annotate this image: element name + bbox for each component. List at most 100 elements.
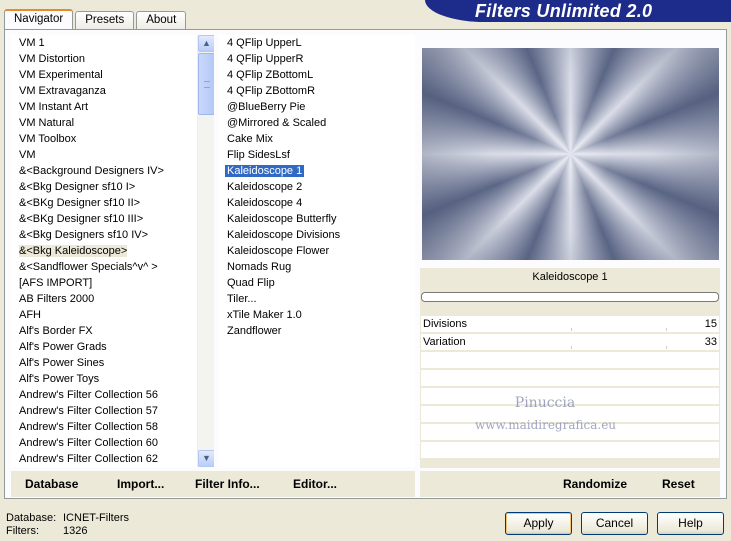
filter-label: Cake Mix xyxy=(227,133,273,145)
filter-item[interactable]: Kaleidoscope Divisions xyxy=(219,227,415,243)
param-row-empty[interactable] xyxy=(421,352,719,369)
category-item[interactable]: Alf's Power Toys xyxy=(11,371,214,387)
category-label: Andrew's Filter Collection 57 xyxy=(19,405,159,417)
category-label: [AFS IMPORT] xyxy=(19,277,93,289)
category-item[interactable]: VM Distortion xyxy=(11,51,214,67)
filter-label: 4 QFlip ZBottomR xyxy=(227,85,316,97)
cancel-button[interactable]: Cancel xyxy=(581,512,648,535)
category-item[interactable]: AFH xyxy=(11,307,214,323)
category-item[interactable]: &<Bkg Designer sf10 I> xyxy=(11,179,214,195)
app-title-banner: Filters Unlimited 2.0 xyxy=(425,0,731,22)
category-item[interactable]: &<Sandflower Specials^v^ > xyxy=(11,259,214,275)
apply-button[interactable]: Apply xyxy=(505,512,572,535)
param-row-empty[interactable] xyxy=(421,388,719,405)
category-item[interactable]: VM Natural xyxy=(11,115,214,131)
category-item[interactable]: &<Bkg Kaleidoscope> xyxy=(11,243,214,259)
filter-item[interactable]: Tiler... xyxy=(219,291,415,307)
category-item[interactable]: Alf's Power Grads xyxy=(11,339,214,355)
filter-label: 4 QFlip UpperR xyxy=(227,53,304,65)
category-item[interactable]: VM Toolbox xyxy=(11,131,214,147)
database-button[interactable]: Database xyxy=(25,477,78,491)
filter-item[interactable]: Zandflower xyxy=(219,323,415,339)
category-item[interactable]: VM xyxy=(11,147,214,163)
param-row-divisions[interactable]: Divisions 15 xyxy=(421,316,719,333)
param-row-empty[interactable] xyxy=(421,370,719,387)
help-button[interactable]: Help xyxy=(657,512,724,535)
filter-item[interactable]: Kaleidoscope Butterfly xyxy=(219,211,415,227)
grip-icon xyxy=(204,81,210,88)
filter-item[interactable]: Kaleidoscope 2 xyxy=(219,179,415,195)
import-button[interactable]: Import... xyxy=(117,477,164,491)
filter-item[interactable]: 4 QFlip UpperL xyxy=(219,35,415,51)
category-label: Andrew's Filter Collection 56 xyxy=(19,389,159,401)
filter-item[interactable]: Kaleidoscope 4 xyxy=(219,195,415,211)
filter-item[interactable]: 4 QFlip ZBottomL xyxy=(219,67,415,83)
category-item[interactable]: &<BKg Designer sf10 III> xyxy=(11,211,214,227)
scrollbar-thumb[interactable] xyxy=(198,53,214,115)
category-label: VM xyxy=(19,149,36,161)
category-label: Alf's Border FX xyxy=(19,325,93,337)
filter-item[interactable]: Kaleidoscope 1 xyxy=(219,163,415,179)
filter-item[interactable]: xTile Maker 1.0 xyxy=(219,307,415,323)
category-item[interactable]: VM Instant Art xyxy=(11,99,214,115)
left-button-bar: Database Import... Filter Info... Editor… xyxy=(11,471,415,497)
scroll-down-button[interactable]: ▼ xyxy=(198,450,214,467)
category-scrollbar[interactable]: ▲ ▼ xyxy=(197,35,214,467)
editor-button[interactable]: Editor... xyxy=(293,477,337,491)
filter-item[interactable]: 4 QFlip ZBottomR xyxy=(219,83,415,99)
category-label: Andrew's Filter Collection 60 xyxy=(19,437,159,449)
filter-item[interactable]: Nomads Rug xyxy=(219,259,415,275)
parameter-panel: Kaleidoscope 1 Divisions 15 Variation 33 xyxy=(420,268,720,468)
param-value: 15 xyxy=(704,318,717,330)
filter-item[interactable]: 4 QFlip UpperR xyxy=(219,51,415,67)
filter-item[interactable]: Kaleidoscope Flower xyxy=(219,243,415,259)
filter-item[interactable]: Flip SidesLsf xyxy=(219,147,415,163)
category-item[interactable]: VM 1 xyxy=(11,35,214,51)
category-item[interactable]: &<Background Designers IV> xyxy=(11,163,214,179)
category-item[interactable]: VM Extravaganza xyxy=(11,83,214,99)
category-item[interactable]: Andrew's Filter Collection 56 xyxy=(11,387,214,403)
param-row-empty[interactable] xyxy=(421,406,719,423)
category-item[interactable]: AB Filters 2000 xyxy=(11,291,214,307)
param-row-variation[interactable]: Variation 33 xyxy=(421,334,719,351)
tab-presets[interactable]: Presets xyxy=(75,11,135,30)
category-item[interactable]: Andrew's Filter Collection 62 xyxy=(11,451,214,467)
category-label: &<Bkg Designers sf10 IV> xyxy=(19,229,149,241)
filter-label: Flip SidesLsf xyxy=(227,149,290,161)
filter-info-button[interactable]: Filter Info... xyxy=(195,477,260,491)
param-row-empty[interactable] xyxy=(421,442,719,459)
category-item[interactable]: Alf's Border FX xyxy=(11,323,214,339)
category-item[interactable]: Andrew's Filter Collection 60 xyxy=(11,435,214,451)
category-label: VM Natural xyxy=(19,117,75,129)
tab-navigator[interactable]: Navigator xyxy=(4,9,74,31)
reset-button[interactable]: Reset xyxy=(662,477,695,491)
scroll-up-button[interactable]: ▲ xyxy=(198,35,214,52)
filter-item[interactable]: Cake Mix xyxy=(219,131,415,147)
param-row-empty[interactable] xyxy=(421,424,719,441)
filter-item[interactable]: @BlueBerry Pie xyxy=(219,99,415,115)
filter-name-label: Kaleidoscope 1 xyxy=(532,271,608,283)
category-item[interactable]: &<BKg Designer sf10 II> xyxy=(11,195,214,211)
category-label: Andrew's Filter Collection 58 xyxy=(19,421,159,433)
filter-item[interactable]: @Mirrored & Scaled xyxy=(219,115,415,131)
category-list[interactable]: VM 1 VM Distortion VM Experimental VM Extra… xyxy=(11,35,214,467)
filter-label: Kaleidoscope 1 xyxy=(223,164,306,178)
category-label: AFH xyxy=(19,309,41,321)
category-item[interactable]: VM Experimental xyxy=(11,67,214,83)
right-button-bar: Randomize Reset xyxy=(420,471,720,497)
param-name: Divisions xyxy=(423,318,468,330)
randomize-button[interactable]: Randomize xyxy=(563,477,627,491)
category-item[interactable]: Alf's Power Sines xyxy=(11,355,214,371)
database-label: Database: xyxy=(6,512,57,524)
filter-list[interactable]: 4 QFlip UpperL 4 QFlip UpperR 4 QFlip ZBot… xyxy=(219,35,415,467)
filter-label: Quad Flip xyxy=(227,277,275,289)
category-item[interactable]: Andrew's Filter Collection 57 xyxy=(11,403,214,419)
filter-preview-image xyxy=(422,48,719,260)
category-item[interactable]: &<Bkg Designers sf10 IV> xyxy=(11,227,214,243)
tab-about[interactable]: About xyxy=(136,11,187,30)
category-item[interactable]: [AFS IMPORT] xyxy=(11,275,214,291)
category-label: &<BKg Designer sf10 III> xyxy=(19,213,144,225)
filter-label: Kaleidoscope 4 xyxy=(227,197,303,209)
filter-item[interactable]: Quad Flip xyxy=(219,275,415,291)
category-item[interactable]: Andrew's Filter Collection 58 xyxy=(11,419,214,435)
